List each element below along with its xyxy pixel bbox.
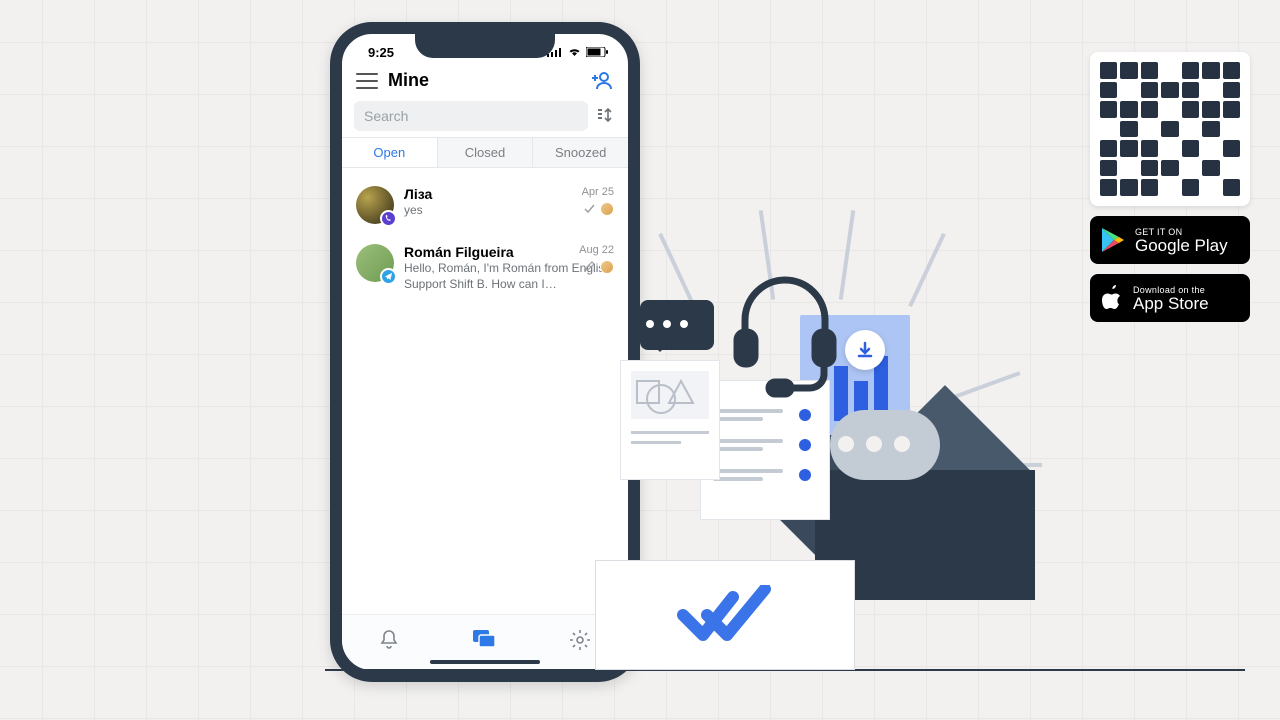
status-time: 9:25 — [368, 45, 394, 60]
tab-closed[interactable]: Closed — [438, 138, 534, 167]
notch — [415, 32, 555, 58]
wifi-icon — [567, 47, 582, 57]
conversation-date: Apr 25 — [582, 186, 614, 198]
google-play-top: GET IT ON — [1135, 227, 1228, 237]
status-indicators — [547, 47, 608, 57]
chat-bubble-icon — [830, 410, 940, 480]
menu-icon[interactable] — [356, 73, 378, 89]
google-play-icon — [1101, 227, 1125, 253]
app-store-badge[interactable]: Download on the App Store — [1090, 274, 1250, 322]
qr-code — [1090, 52, 1250, 206]
battery-icon — [586, 47, 608, 57]
hero-illustration — [585, 210, 1045, 670]
apple-icon — [1101, 285, 1123, 311]
google-play-bottom: Google Play — [1135, 237, 1228, 254]
filter-tabs: Open Closed Snoozed — [342, 137, 628, 168]
search-input[interactable] — [354, 101, 588, 131]
channel-badge-viber — [380, 210, 397, 227]
headset-icon — [725, 270, 845, 405]
avatar — [356, 186, 394, 224]
nav-conversations[interactable] — [472, 629, 496, 656]
app-store-bottom: App Store — [1133, 295, 1209, 312]
app-store-top: Download on the — [1133, 285, 1209, 295]
avatar — [356, 244, 394, 282]
tab-snoozed[interactable]: Snoozed — [533, 138, 628, 167]
page-title: Mine — [388, 70, 429, 91]
box-front-logo — [595, 560, 855, 670]
speech-bubble-icon — [640, 300, 714, 350]
download-icon — [845, 330, 885, 370]
google-play-badge[interactable]: GET IT ON Google Play — [1090, 216, 1250, 264]
nav-notifications[interactable] — [379, 629, 399, 656]
channel-badge-telegram — [380, 268, 397, 285]
app-header: Mine — [342, 64, 628, 95]
add-person-button[interactable] — [592, 72, 614, 90]
store-panel: GET IT ON Google Play Download on the Ap… — [1090, 52, 1250, 322]
sort-button[interactable] — [596, 107, 616, 125]
search-row — [342, 95, 628, 137]
home-indicator — [430, 660, 540, 664]
image-card-icon — [620, 360, 720, 480]
tab-open[interactable]: Open — [342, 138, 438, 167]
